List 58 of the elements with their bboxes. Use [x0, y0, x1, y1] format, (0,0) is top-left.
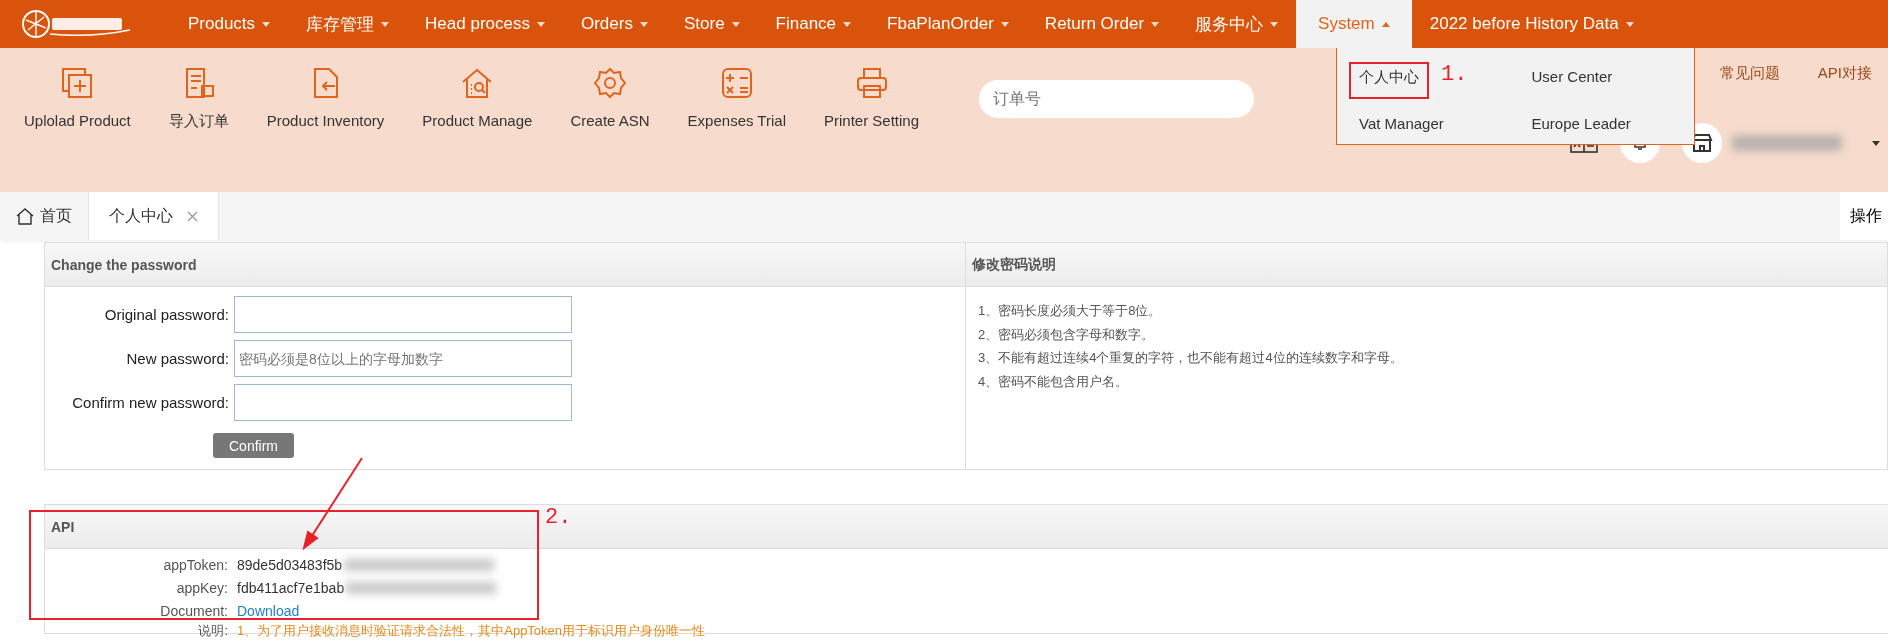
toolbar-button[interactable]: Product Inventory	[266, 66, 385, 129]
toolbar-button[interactable]: Expenses Trial	[687, 66, 786, 129]
field-label: Confirm new password:	[71, 394, 230, 411]
nav-menu-item[interactable]: Orders	[563, 0, 666, 48]
header-link[interactable]: API对接	[1817, 64, 1872, 83]
gear-icon	[593, 66, 627, 100]
field-label: appKey:	[175, 579, 229, 596]
home-icon	[16, 207, 34, 225]
nav-menu-item[interactable]: Return Order	[1026, 0, 1178, 48]
nav-menu-item[interactable]: Products	[170, 0, 289, 48]
password-field[interactable]: 密码必须是8位以上的字母加数字	[234, 340, 572, 377]
printer-icon	[854, 66, 889, 100]
rule-text: 1、密码长度必须大于等于8位。	[978, 302, 1163, 320]
close-icon[interactable]	[187, 210, 198, 222]
field-label: Document:	[159, 602, 229, 619]
nav-menu-item[interactable]: 2022 before History Data	[1411, 0, 1652, 48]
caret-icon[interactable]	[1872, 140, 1880, 146]
page-tab[interactable]: 个人中心	[89, 192, 219, 240]
nav-menu-item[interactable]: System	[1296, 0, 1412, 48]
panel-header: 修改密码说明	[966, 243, 1887, 287]
annotation-label: 2.	[545, 505, 572, 530]
annotation-label: 1.	[1441, 62, 1468, 87]
toolbar-button[interactable]: Printer Setting	[824, 66, 920, 129]
nav-menu-item[interactable]: Finance	[757, 0, 870, 48]
field-value: 89de5d03483f5b	[237, 556, 343, 573]
add-copy-icon	[60, 66, 95, 100]
menu-item[interactable]: User Center	[1521, 62, 1623, 99]
toolbar-button[interactable]: Uplolad Product	[24, 66, 131, 129]
rule-text: 3、不能有超过连续4个重复的字符，也不能有超过4位的连续数字和字母。	[978, 349, 1404, 367]
menu-item[interactable]: Europe Leader	[1521, 109, 1641, 144]
field-label: New password:	[125, 350, 230, 367]
note-label: 说明:	[197, 621, 229, 640]
note-text: 1、为了用户接收消息时验证请求合法性，其中AppToken用于标识用户身份唯一性	[237, 621, 706, 640]
field-label: Original password:	[103, 306, 230, 323]
download-link[interactable]: Download	[237, 602, 300, 619]
rule-text: 2、密码必须包含字母和数字。	[978, 325, 1156, 344]
field-label: appToken:	[162, 556, 229, 573]
toolbar-button[interactable]: Create ASN	[570, 66, 650, 129]
nav-menu-item[interactable]: 库存管理	[288, 0, 408, 48]
field-value: fdb411acf7e1bab	[237, 579, 345, 596]
password-field[interactable]	[234, 296, 572, 333]
toolbar-button[interactable]: Product Manage	[422, 66, 533, 129]
nav-menu-item[interactable]: Head process	[407, 0, 563, 48]
confirm-button[interactable]: Confirm	[213, 433, 294, 458]
nav-menu-item[interactable]: 服务中心	[1177, 0, 1297, 48]
actions-tab[interactable]: 操作	[1840, 192, 1888, 240]
toolbar-button[interactable]: 导入订单	[168, 66, 229, 131]
rule-text: 4、密码不能包含用户名。	[978, 372, 1130, 391]
password-field[interactable]	[234, 384, 572, 421]
calculator-icon	[719, 66, 754, 100]
header-link[interactable]: 常见问题	[1719, 64, 1780, 83]
panel-header: Change the password	[45, 243, 965, 287]
menu-item[interactable]: 个人中心	[1349, 62, 1429, 99]
nav-menu-item[interactable]: Store	[665, 0, 758, 48]
nav-menu-item[interactable]: FbaPlanOrder	[869, 0, 1027, 48]
menu-item[interactable]: Vat Manager	[1349, 109, 1454, 144]
logo-icon	[20, 8, 132, 40]
search-field[interactable]: 订单号	[979, 80, 1255, 118]
